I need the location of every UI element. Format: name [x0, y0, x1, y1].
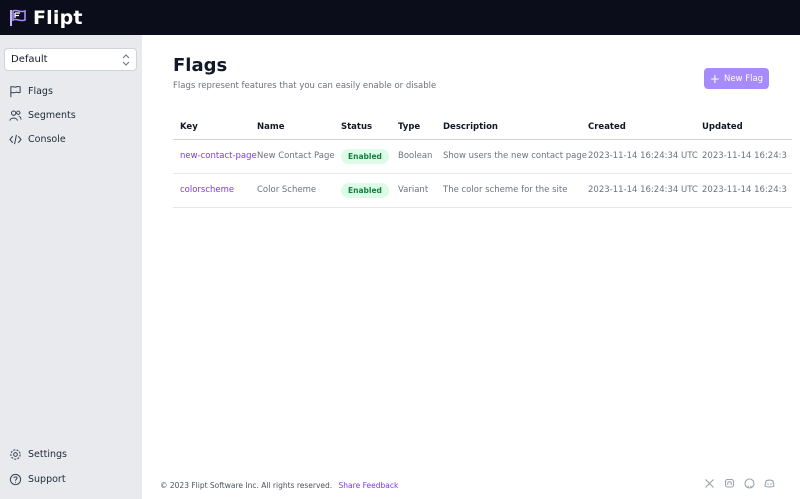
column-header-description[interactable]: Description: [443, 115, 588, 140]
question-circle-icon: [9, 473, 22, 485]
flag-updated: 2023-11-14 16:24:3: [702, 139, 792, 174]
flipt-logo-icon[interactable]: [8, 8, 28, 28]
chevron-up-down-icon: [122, 54, 130, 66]
new-flag-label: New Flag: [723, 73, 764, 84]
column-header-created[interactable]: Created: [588, 115, 702, 140]
namespace-select[interactable]: Default: [4, 48, 137, 71]
sidebar-item-label: Console: [28, 133, 66, 145]
flag-icon: [10, 85, 21, 97]
sidebar-item-label: Settings: [28, 448, 67, 460]
x-icon[interactable]: [704, 478, 715, 489]
page-title: Flags: [173, 55, 228, 76]
sidebar-item-support[interactable]: Support: [0, 469, 142, 489]
sidebar-item-segments[interactable]: Segments: [0, 105, 142, 125]
column-header-updated[interactable]: Updated: [702, 115, 792, 140]
page-subtitle: Flags represent features that you can ea…: [173, 81, 437, 91]
flag-created: 2023-11-14 16:24:34 UTC: [588, 139, 702, 174]
namespace-value: Default: [11, 54, 48, 65]
app-name: Flipt: [33, 6, 83, 29]
share-feedback-link[interactable]: Share Feedback: [339, 481, 399, 490]
top-bar: Flipt: [0, 0, 800, 35]
mastodon-icon[interactable]: [724, 478, 735, 489]
status-badge: Enabled: [341, 182, 389, 198]
table-row[interactable]: new-contact-page New Contact Page Enable…: [173, 139, 792, 174]
flags-table: Key Name Status Type Description Created…: [173, 115, 792, 208]
flag-created: 2023-11-14 16:24:34 UTC: [588, 173, 702, 208]
table-header-row: Key Name Status Type Description Created…: [173, 115, 792, 140]
flag-key-link[interactable]: new-contact-page: [180, 151, 257, 161]
flag-key-link[interactable]: colorscheme: [180, 185, 234, 195]
column-header-name[interactable]: Name: [257, 115, 341, 140]
flag-name: New Contact Page: [257, 139, 341, 174]
flag-type: Variant: [398, 173, 443, 208]
status-badge: Enabled: [341, 148, 389, 164]
sidebar-item-settings[interactable]: Settings: [0, 444, 142, 464]
github-icon[interactable]: [744, 478, 755, 489]
flag-type: Boolean: [398, 139, 443, 174]
users-icon: [9, 110, 22, 121]
column-header-key[interactable]: Key: [173, 115, 257, 140]
column-header-status[interactable]: Status: [341, 115, 398, 140]
sidebar: Default Flags Segments Console Settings: [0, 35, 142, 499]
social-links: [704, 478, 775, 489]
flag-description: The color scheme for the site: [443, 173, 588, 208]
sidebar-item-console[interactable]: Console: [0, 129, 142, 149]
column-header-type[interactable]: Type: [398, 115, 443, 140]
flag-updated: 2023-11-14 16:24:3: [702, 173, 792, 208]
main-content: Flags Flags represent features that you …: [142, 35, 800, 499]
copyright-text: © 2023 Flipt Software Inc. All rights re…: [160, 481, 333, 490]
sidebar-item-flags[interactable]: Flags: [0, 81, 142, 101]
new-flag-button[interactable]: + New Flag: [704, 68, 769, 89]
footer: © 2023 Flipt Software Inc. All rights re…: [160, 481, 398, 490]
sidebar-item-label: Segments: [28, 109, 76, 121]
sidebar-item-label: Flags: [28, 85, 53, 97]
flag-name: Color Scheme: [257, 173, 341, 208]
table-row[interactable]: colorscheme Color Scheme Enabled Variant…: [173, 173, 792, 208]
plus-icon: +: [709, 71, 720, 86]
code-icon: [9, 134, 22, 144]
sidebar-item-label: Support: [28, 473, 66, 485]
flag-description: Show users the new contact page: [443, 139, 588, 174]
gear-icon: [10, 448, 21, 460]
discord-icon[interactable]: [764, 478, 775, 489]
